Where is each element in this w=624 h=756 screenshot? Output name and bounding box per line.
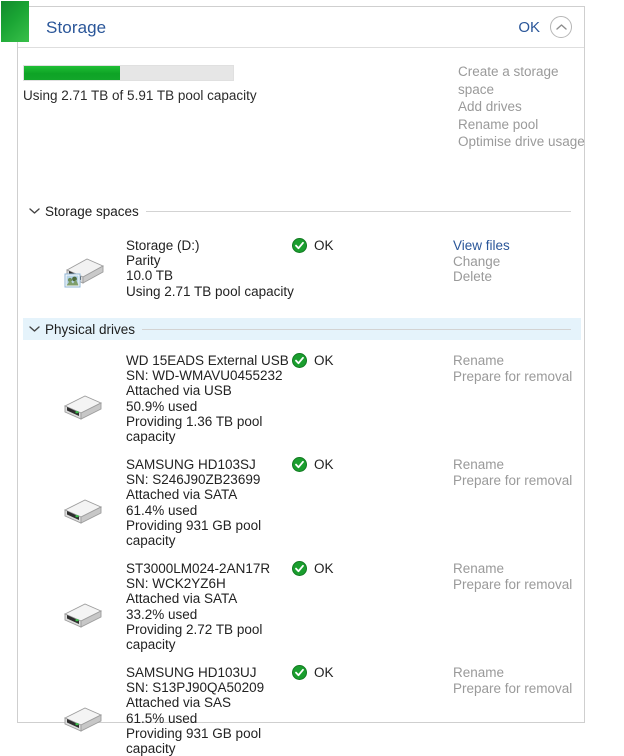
physical-drive-status: OK [292, 561, 334, 576]
section-label: Physical drives [45, 321, 136, 337]
storage-space-name: Storage (D:) [126, 238, 200, 253]
physical-drive-details: WD 15EADS External USB ... SN: WD-WMAVU04… [126, 353, 304, 445]
section-divider [142, 328, 571, 330]
physical-drive-action[interactable]: Prepare for removal [453, 473, 572, 489]
physical-drive-actions: Rename Prepare for removal [453, 665, 572, 696]
physical-drive-details: SAMSUNG HD103SJ SN: S246J90ZB23699 Attache… [126, 457, 296, 548]
storage-space-action[interactable]: Delete [453, 269, 510, 285]
panel-body: Using 2.71 TB of 5.91 TB pool capacity C… [18, 48, 585, 756]
physical-drive-status: OK [292, 353, 334, 368]
status-label: OK [314, 353, 334, 368]
pool-task-link[interactable]: Optimise drive usage [458, 133, 588, 151]
physical-drive-name: WD 15EADS External USB ... [126, 353, 304, 368]
chevron-down-icon[interactable] [23, 325, 45, 333]
storage-space-action[interactable]: View files [453, 238, 510, 254]
storage-space-actions: View files Change Delete [453, 238, 510, 285]
physical-drive-status: OK [292, 665, 334, 680]
pool-task-links: Create a storage space Add drives Rename p… [458, 63, 588, 151]
physical-drive-used: 33.2% used [126, 606, 198, 622]
storage-space-details: Storage (D:) Parity 10.0 TB Using 2.71 T… [126, 238, 296, 299]
physical-drive-attached: Attached via SATA [126, 487, 238, 503]
physical-drive-attached: Attached via SATA [126, 591, 238, 607]
chevron-up-icon[interactable] [550, 16, 572, 38]
storage-pool-color-tab [1, 1, 29, 42]
section-header-physical-drives[interactable]: Physical drives [23, 318, 581, 340]
physical-drive-icon [59, 704, 105, 734]
physical-drive-providing: Providing 2.72 TB pool capacity [126, 621, 263, 653]
pool-task-link[interactable]: Add drives [458, 98, 588, 116]
storage-space-resiliency: Parity [126, 253, 161, 269]
titlebar-actions: OK [518, 16, 572, 38]
storage-space-action[interactable]: Change [453, 254, 510, 270]
physical-drive-action[interactable]: Rename [453, 353, 572, 369]
pool-task-link[interactable]: Create a storage space [458, 63, 588, 98]
check-circle-icon [292, 457, 307, 472]
physical-drive-used: 61.4% used [126, 502, 198, 518]
page-title: Storage [46, 18, 107, 37]
status-label: OK [314, 665, 334, 680]
physical-drive-status: OK [292, 457, 334, 472]
physical-drive-serial: SN: WCK2YZ6H [126, 576, 226, 592]
section-label: Storage spaces [45, 203, 139, 219]
physical-drive-attached: Attached via SAS [126, 695, 232, 711]
status-label: OK [314, 561, 334, 576]
physical-drive-details: ST3000LM024-2AN17R SN: WCK2YZ6H Attached v… [126, 561, 296, 652]
physical-drive-used: 50.9% used [126, 398, 198, 414]
physical-drive-action[interactable]: Rename [453, 457, 572, 473]
physical-drive-action[interactable]: Prepare for removal [453, 369, 572, 385]
storage-space-status: OK [292, 238, 334, 253]
ok-button[interactable]: OK [518, 19, 540, 36]
storage-space-usage: Using 2.71 TB pool capacity [126, 283, 294, 299]
physical-drive-actions: Rename Prepare for removal [453, 353, 572, 384]
check-circle-icon [292, 561, 307, 576]
physical-drive-providing: Providing 931 GB pool capacity [126, 517, 262, 549]
physical-drive-action[interactable]: Rename [453, 665, 572, 681]
panel-titlebar: Storage OK [1, 1, 584, 48]
pool-capacity-label: Using 2.71 TB of 5.91 TB pool capacity [23, 88, 257, 103]
physical-drive-providing: Providing 931 GB pool capacity [126, 725, 262, 756]
physical-drive-actions: Rename Prepare for removal [453, 457, 572, 488]
physical-drive-icon [59, 600, 105, 630]
physical-drive-name: SAMSUNG HD103UJ [126, 665, 257, 680]
physical-drive-action[interactable]: Prepare for removal [453, 577, 572, 593]
storage-space-size: 10.0 TB [126, 268, 174, 284]
chevron-down-icon[interactable] [23, 207, 45, 215]
physical-drive-icon [59, 496, 105, 526]
check-circle-icon [292, 665, 307, 680]
physical-drive-action[interactable]: Rename [453, 561, 572, 577]
pool-task-link[interactable]: Rename pool [458, 116, 588, 134]
check-circle-icon [292, 353, 307, 368]
physical-drive-used: 61.5% used [126, 710, 198, 726]
physical-drive-actions: Rename Prepare for removal [453, 561, 572, 592]
physical-drive-name: SAMSUNG HD103SJ [126, 457, 256, 472]
pool-capacity-bar [23, 65, 234, 81]
physical-drive-details: SAMSUNG HD103UJ SN: S13PJ90QA50209 Attache… [126, 665, 296, 756]
pool-capacity-bar-fill [24, 66, 120, 80]
storage-pool-panel: Storage OK Using 2.71 TB of 5.91 TB pool… [1, 1, 585, 756]
section-divider [145, 210, 571, 212]
physical-drive-serial: SN: WD-WMAVU0455232 [126, 368, 283, 384]
status-label: OK [314, 457, 334, 472]
storage-space-drive-icon [59, 252, 105, 290]
physical-drive-icon [59, 392, 105, 422]
physical-drive-attached: Attached via USB [126, 383, 232, 399]
physical-drive-serial: SN: S246J90ZB23699 [126, 472, 261, 488]
status-label: OK [314, 238, 334, 253]
check-circle-icon [292, 238, 307, 253]
physical-drive-providing: Providing 1.36 TB pool capacity [126, 413, 263, 445]
physical-drive-serial: SN: S13PJ90QA50209 [126, 680, 265, 696]
physical-drive-name: ST3000LM024-2AN17R [126, 561, 271, 576]
physical-drive-action[interactable]: Prepare for removal [453, 681, 572, 697]
section-header-storage-spaces[interactable]: Storage spaces [23, 200, 581, 222]
